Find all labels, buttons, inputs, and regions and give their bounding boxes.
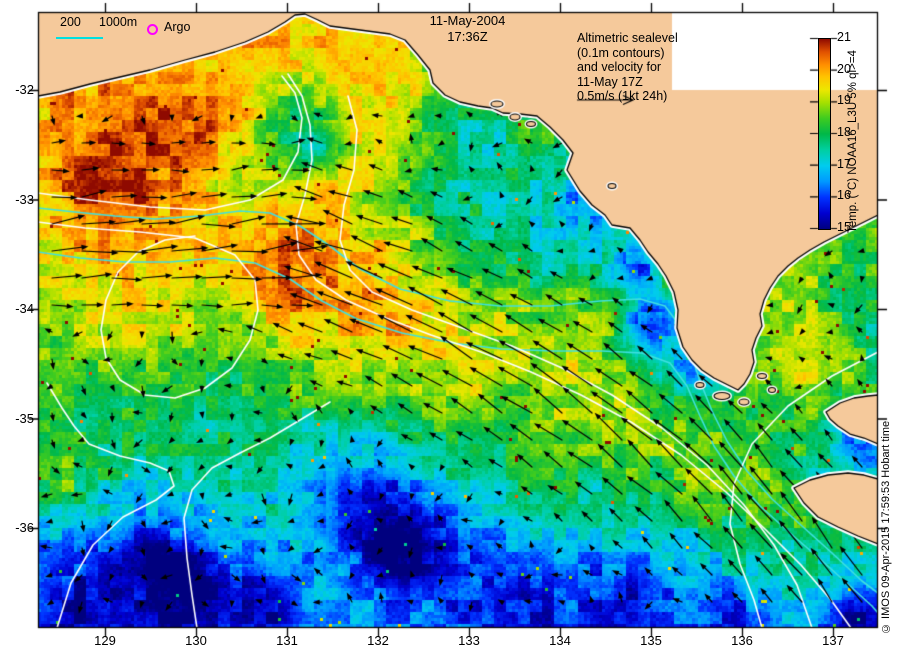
y-tick-label: -35 [15, 410, 34, 426]
y-tick-label: -36 [15, 520, 34, 535]
argo-marker-icon [147, 24, 158, 35]
bathy-1000-label: 1000m [99, 15, 138, 29]
annotation-line: (0.1m contours) [577, 45, 665, 60]
y-tick-label: -32 [15, 82, 34, 97]
annotation-line: 11-May 17Z [577, 74, 643, 89]
x-tick-label: 133 [458, 633, 480, 648]
colorbar-title: Temp. (°C) NOAA16_L3U 5% ql>=4 [847, 50, 859, 233]
map-canvas [0, 0, 900, 660]
annotation-line: and velocity for [577, 60, 662, 74]
x-tick-label: 131 [276, 633, 298, 648]
x-tick-label: 134 [549, 633, 571, 648]
sst-map-figure: 11-May-2004 17:36Z 200 1000m Argo Altime… [0, 0, 900, 660]
x-tick-label: 129 [94, 633, 116, 648]
x-tick-label: 130 [185, 633, 207, 648]
argo-label: Argo [164, 20, 191, 34]
x-tick-label: 137 [822, 633, 844, 648]
x-tick-label: 135 [640, 633, 662, 648]
y-tick-label: -34 [15, 301, 34, 316]
x-tick-label: 136 [731, 633, 753, 648]
x-tick-label: 132 [367, 633, 389, 648]
bathy-contour-sample-line [56, 37, 103, 39]
annotation-line: 0.5m/s (1kt 24h) [577, 89, 668, 103]
y-tick-label: -33 [15, 191, 34, 207]
map-time: 17:36Z [447, 29, 488, 44]
map-date: 11-May-2004 [429, 13, 506, 28]
bathy-200-label: 200 [60, 15, 81, 29]
copyright-text: © IMOS 09-Apr-2015 17:59:53 Hobart time [880, 420, 892, 634]
colorbar [818, 38, 831, 230]
annotation-line: Altimetric sealevel [577, 31, 678, 45]
